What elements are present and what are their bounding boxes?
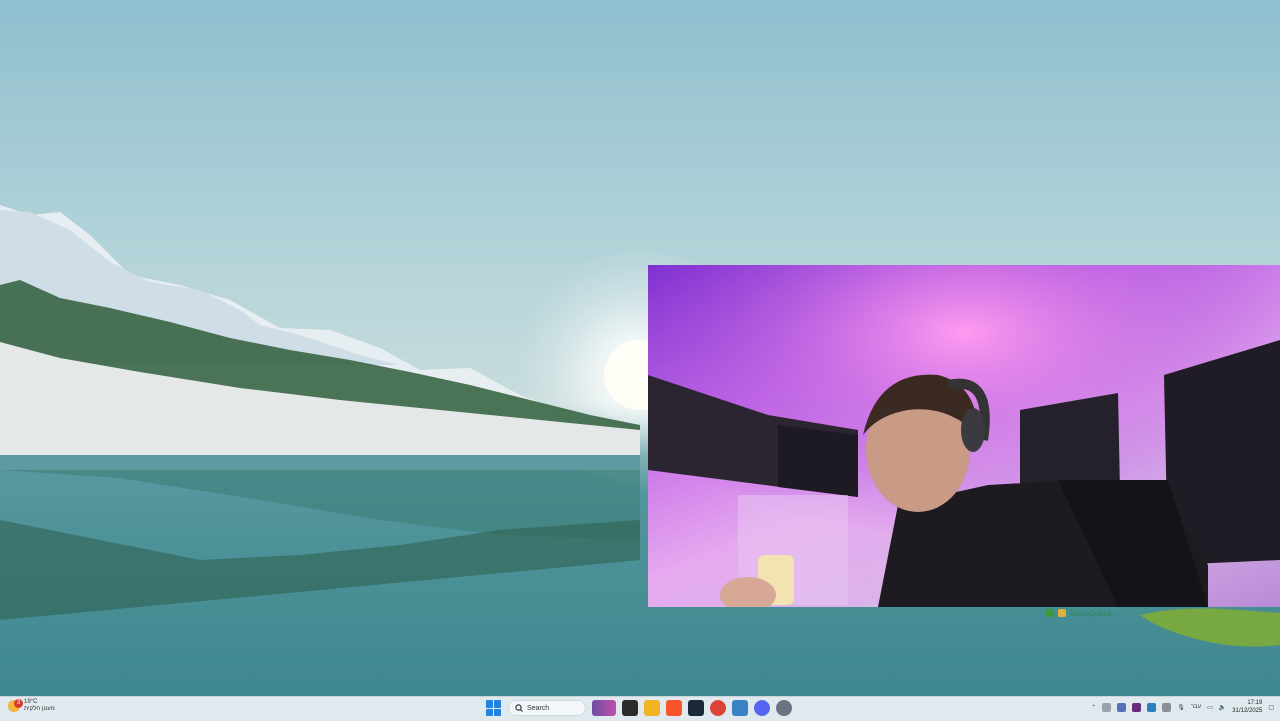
- webcam-overlay: [648, 265, 1280, 607]
- clock-time: 17:19: [1247, 700, 1263, 706]
- system-tray: ⌃ 🎙 עבר ▭ 🔈 17:19 31/12/2025 ▢: [1091, 699, 1274, 715]
- tray-app4-icon[interactable]: [1147, 702, 1157, 712]
- desktop-wallpaper: NoobSpecs...: [0, 0, 1280, 696]
- discord-icon[interactable]: [754, 700, 770, 716]
- chat-badge-icon: [1046, 609, 1054, 617]
- settings-icon[interactable]: [776, 700, 792, 716]
- search-box[interactable]: Search: [508, 700, 586, 716]
- tray-app2-icon[interactable]: [1117, 702, 1127, 712]
- chrome-icon[interactable]: [710, 700, 726, 716]
- search-label: Search: [527, 704, 550, 712]
- search-icon: [515, 704, 523, 712]
- language-indicator[interactable]: עבר: [1191, 704, 1201, 710]
- weather-temp: 19°C: [24, 699, 38, 705]
- start-button[interactable]: [486, 700, 502, 716]
- chat-username: NoobSpecs...: [1070, 608, 1119, 618]
- steam-icon[interactable]: [688, 700, 704, 716]
- weather-desc: מעונן חלקית: [24, 706, 55, 712]
- tray-app3-icon[interactable]: [1132, 702, 1142, 712]
- landscape: [0, 205, 640, 620]
- taskbar-center: Search: [486, 700, 792, 716]
- notification-icon[interactable]: ▢: [1268, 704, 1274, 711]
- app-blue-icon[interactable]: [732, 700, 748, 716]
- chat-overlay: NoobSpecs...: [1046, 608, 1118, 618]
- taskbar: 3 19°C מעונן חלקית Search ⌃ 🎙 עבר ▭ 🔈 17…: [0, 696, 1280, 721]
- webcam-scene: [648, 265, 1280, 607]
- task-view-icon[interactable]: [622, 700, 638, 716]
- file-explorer-icon[interactable]: [644, 700, 660, 716]
- volume-icon[interactable]: 🔈: [1219, 704, 1226, 711]
- chat-emote-icon: [1058, 609, 1066, 617]
- microphone-icon[interactable]: 🎙: [1177, 704, 1185, 711]
- weather-badge: 3: [14, 699, 23, 708]
- network-icon[interactable]: ▭: [1207, 704, 1213, 711]
- chevron-up-icon[interactable]: ⌃: [1091, 704, 1096, 711]
- clock[interactable]: 17:19 31/12/2025: [1232, 699, 1262, 715]
- tray-app5-icon[interactable]: [1162, 702, 1172, 712]
- brave-icon[interactable]: [666, 700, 682, 716]
- clock-date: 31/12/2025: [1232, 708, 1263, 714]
- grass-island: [1140, 608, 1280, 647]
- widgets-icon[interactable]: [592, 700, 616, 716]
- weather-widget[interactable]: 3 19°C מעונן חלקית: [8, 699, 55, 713]
- tray-app-icon[interactable]: [1102, 702, 1112, 712]
